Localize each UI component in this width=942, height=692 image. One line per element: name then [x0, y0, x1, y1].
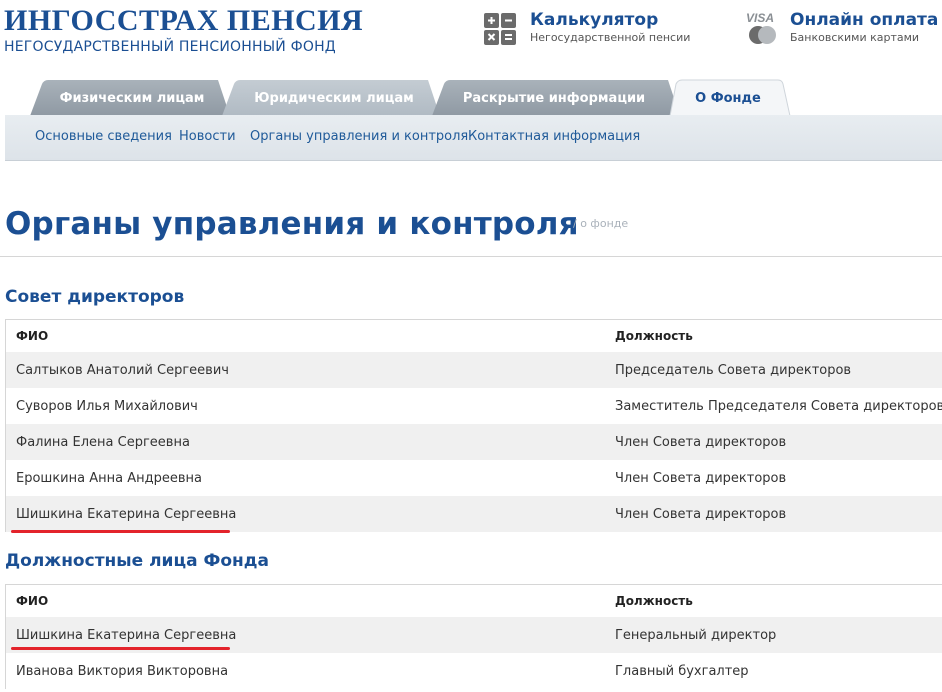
tab-about-fund[interactable]: О Фонде — [684, 91, 772, 106]
online-payment-link[interactable]: Онлайн оплата — [790, 10, 938, 30]
person-name: Ерошкина Анна Андреевна — [16, 470, 202, 486]
person-name: Иванова Виктория Викторовна — [16, 663, 229, 679]
column-header-position: Должность — [615, 594, 693, 608]
table-row: Фалина Елена Сергеевна Член Совета дирек… — [6, 424, 942, 460]
calculator-icon[interactable] — [484, 13, 516, 45]
table-header-row: ФИО Должность — [6, 320, 942, 352]
highlight-underline — [11, 647, 230, 650]
subnav-news[interactable]: Новости — [179, 129, 236, 144]
person-position: Генеральный директор — [615, 627, 777, 643]
person-position: Главный бухгалтер — [615, 663, 749, 679]
subnav-governance[interactable]: Органы управления и контроля — [250, 129, 468, 144]
board-table: ФИО Должность Салтыков Анатолий Сергееви… — [5, 319, 942, 532]
column-header-name: ФИО — [16, 329, 49, 343]
officials-table: ФИО Должность Шишкина Екатерина Сергеевн… — [5, 584, 942, 689]
table-row: Шишкина Екатерина Сергеевна Член Совета … — [6, 496, 942, 532]
table-row: Суворов Илья Михайлович Заместитель Пред… — [6, 388, 942, 424]
tab-legal-entities[interactable]: Юридическим лицам — [246, 91, 422, 106]
calculator-subtitle: Негосударственной пенсии — [530, 31, 691, 44]
visa-card-icon[interactable]: VISA — [744, 10, 780, 46]
visa-badge: VISA — [746, 11, 774, 25]
person-name: Шишкина Екатерина Сергеевна — [16, 506, 237, 522]
section-title-officials: Должностные лица Фонда — [5, 551, 269, 571]
person-position: Председатель Совета директоров — [615, 362, 852, 378]
highlight-underline — [11, 530, 230, 533]
logo-title[interactable]: ИНГОССТРАХ ПЕНСИЯ — [4, 6, 363, 36]
page-title: Органы управления и контроля — [5, 206, 579, 242]
table-row: Ерошкина Анна Андреевна Член Совета дире… — [6, 460, 942, 496]
subnav-basic-info[interactable]: Основные сведения — [35, 129, 172, 144]
sub-navigation: Основные сведения Новости Органы управле… — [5, 115, 942, 161]
person-position: Член Совета директоров — [615, 506, 787, 522]
table-header-row: ФИО Должность — [6, 585, 942, 617]
tab-individuals[interactable]: Физическим лицам — [56, 91, 208, 106]
person-position: Член Совета директоров — [615, 434, 787, 450]
subnav-contacts[interactable]: Контактная информация — [468, 129, 640, 144]
person-position: Член Совета директоров — [615, 470, 787, 486]
calculator-link[interactable]: Калькулятор — [530, 10, 658, 30]
person-name: Салтыков Анатолий Сергеевич — [16, 362, 229, 378]
person-name: Суворов Илья Михайлович — [16, 398, 198, 414]
section-title-board: Совет директоров — [5, 287, 185, 307]
title-divider — [0, 256, 942, 257]
tab-disclosure[interactable]: Раскрытие информации — [456, 91, 652, 106]
breadcrumb[interactable]: / о фонде — [573, 217, 628, 230]
logo-subtitle: НЕГОСУДАРСТВЕННЫЙ ПЕНСИОННЫЙ ФОНД — [4, 39, 336, 55]
column-header-name: ФИО — [16, 594, 49, 608]
table-row: Иванова Виктория Викторовна Главный бухг… — [6, 653, 942, 689]
online-payment-subtitle: Банковскими картами — [790, 31, 920, 44]
column-header-position: Должность — [615, 329, 693, 343]
table-row: Салтыков Анатолий Сергеевич Председатель… — [6, 352, 942, 388]
person-position: Заместитель Председателя Совета директор… — [615, 398, 942, 414]
person-name: Фалина Елена Сергеевна — [16, 434, 190, 450]
